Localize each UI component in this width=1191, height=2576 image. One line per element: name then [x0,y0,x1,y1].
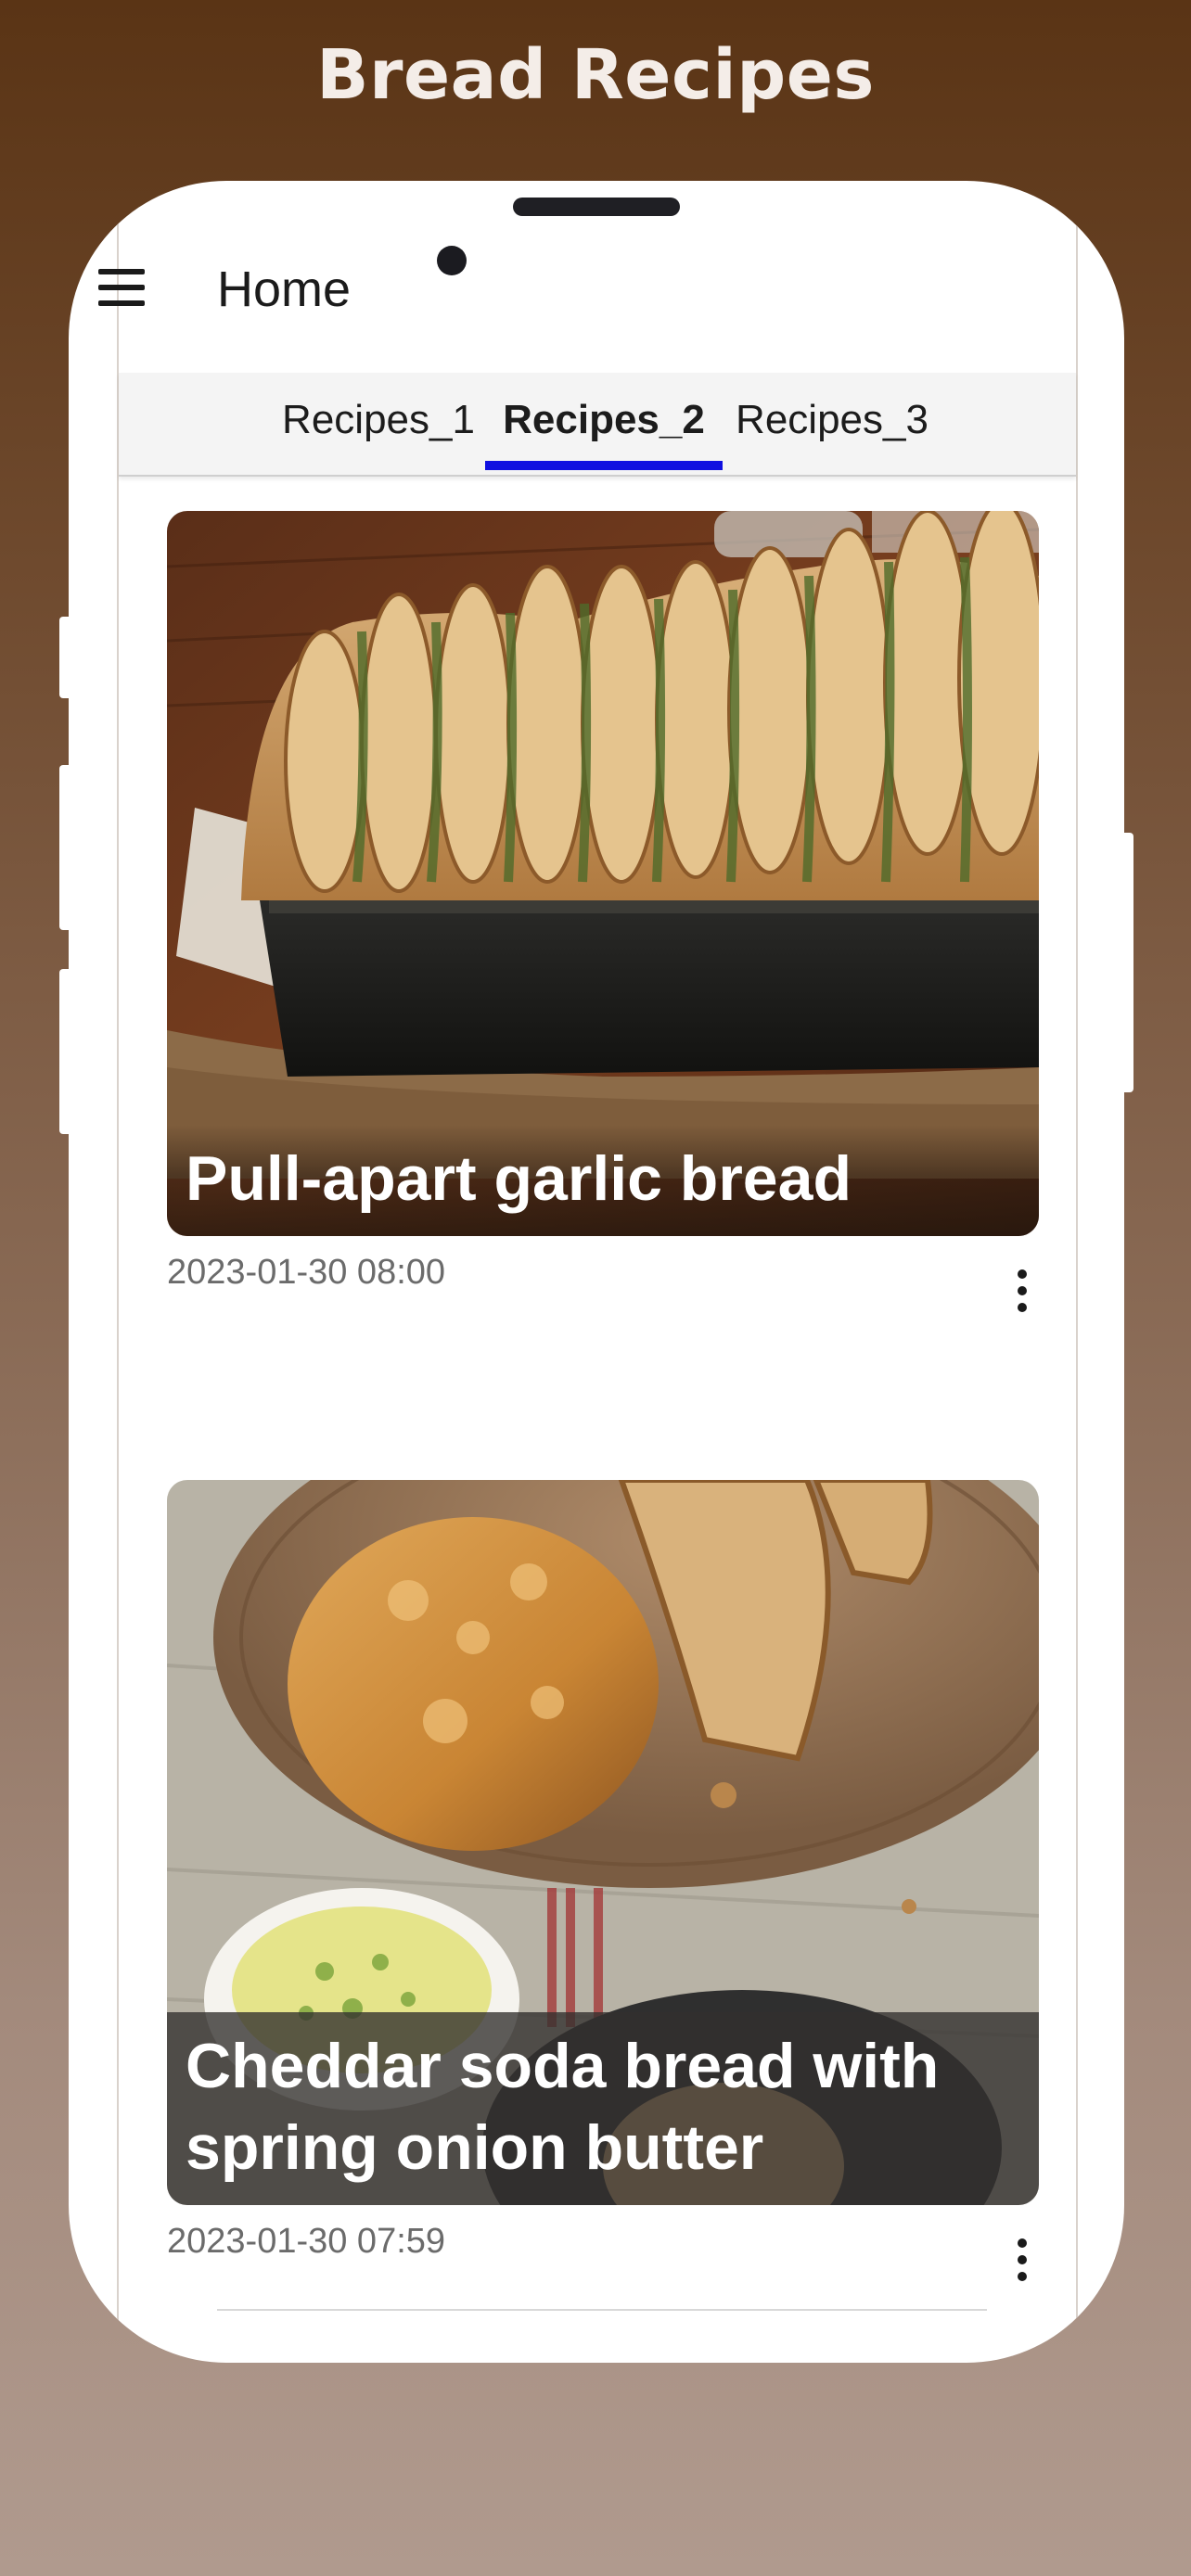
hamburger-menu-icon[interactable] [98,269,147,310]
tab-recipes-2[interactable]: Recipes_2 [485,397,723,443]
tab-recipes-3[interactable]: Recipes_3 [727,397,937,443]
recipe-date: 2023-01-30 08:00 [167,1253,446,1292]
recipe-title: Pull-apart garlic bread [167,1125,1039,1236]
page-headline: Bread Recipes [316,35,875,115]
tab-recipes-1[interactable]: Recipes_1 [276,397,480,443]
active-tab-indicator [485,461,723,470]
recipe-image[interactable]: Cheddar soda bread with spring onion but… [167,1480,1039,2205]
recipe-image[interactable]: Pull-apart garlic bread [167,511,1039,1236]
list-divider [217,2309,987,2311]
more-vertical-icon[interactable] [1013,1269,1031,1314]
app-title: Home [217,261,352,317]
recipe-date: 2023-01-30 07:59 [167,2222,446,2261]
more-vertical-icon[interactable] [1013,2238,1031,2283]
phone-frame: Home Recipes_1 Recipes_2 Recipes_3 Pull-… [69,181,1124,2363]
recipe-title: Cheddar soda bread with spring onion but… [167,2012,1039,2205]
app-bar: Home [98,236,1076,376]
app-screen: Home Recipes_1 Recipes_2 Recipes_3 Pull-… [98,181,1078,2363]
